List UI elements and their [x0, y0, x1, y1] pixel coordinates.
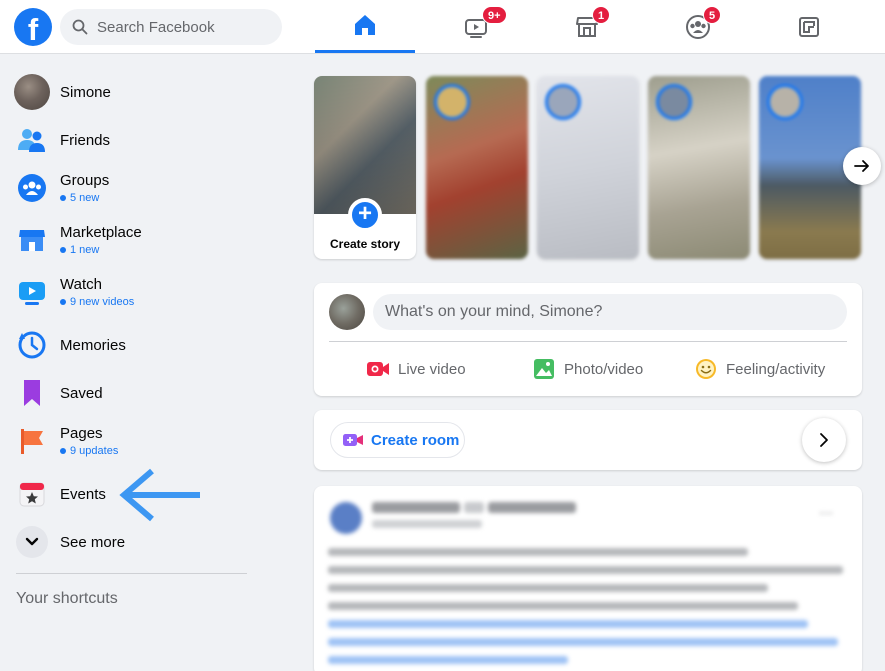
facebook-logo[interactable]: f — [14, 8, 52, 46]
arrow-right-icon — [854, 160, 869, 172]
story-card[interactable] — [426, 76, 528, 259]
sidebar-item-label: Pages — [60, 425, 103, 442]
sidebar-item-sub: 9 updates — [60, 445, 118, 457]
tab-home[interactable] — [315, 0, 415, 53]
bookmark-icon — [14, 375, 50, 411]
sidebar-item-groups[interactable]: Groups 5 new — [8, 164, 258, 212]
chevron-down-icon — [16, 526, 48, 558]
smiley-icon — [696, 359, 716, 379]
marketplace-badge: 1 — [592, 6, 611, 24]
watch-count: 9 new videos — [70, 296, 135, 308]
sidebar-item-label: Events — [60, 485, 106, 503]
arrow-annotation-icon — [119, 468, 200, 522]
sidebar-item-memories[interactable]: Memories — [8, 321, 258, 369]
photo-video-label: Photo/video — [564, 360, 644, 378]
plus-icon[interactable]: + — [348, 198, 382, 232]
live-video-icon — [367, 362, 389, 376]
tab-gaming[interactable] — [759, 0, 859, 53]
photo-video-button[interactable]: Photo/video — [532, 351, 643, 387]
create-story-label: Create story — [329, 237, 401, 251]
sidebar-item-label: Groups — [60, 172, 110, 189]
tab-groups[interactable]: 5 — [648, 0, 748, 53]
story-avatar — [545, 84, 581, 120]
sidebar-item-label: Watch — [60, 276, 102, 293]
story-avatar — [656, 84, 692, 120]
new-indicator-dot — [60, 448, 66, 454]
photo-icon — [534, 359, 554, 379]
see-more-icon-wrap — [14, 524, 50, 560]
story-avatar — [434, 84, 470, 120]
live-video-button[interactable]: Live video — [366, 351, 466, 387]
story-avatar — [767, 84, 803, 120]
feeling-activity-label: Feeling/activity — [726, 360, 826, 378]
avatar — [329, 294, 365, 330]
new-indicator-dot — [60, 195, 66, 201]
shortcuts-heading: Your shortcuts — [16, 590, 118, 607]
sidebar-item-saved[interactable]: Saved — [8, 369, 258, 417]
post-composer: What's on your mind, Simone? Live video … — [314, 283, 862, 396]
watch-badge: 9+ — [482, 6, 507, 24]
calendar-icon — [14, 476, 50, 512]
stories-next-button[interactable] — [843, 147, 881, 185]
create-story-card[interactable]: + Create story — [314, 76, 416, 259]
profile-avatar-wrap — [14, 74, 50, 110]
avatar — [330, 502, 362, 534]
rooms-next-button[interactable] — [802, 418, 846, 462]
sidebar-item-watch[interactable]: Watch 9 new videos — [8, 268, 258, 316]
chevron-right-icon — [820, 433, 828, 447]
video-camera-icon — [343, 434, 363, 446]
memories-icon — [14, 327, 50, 363]
sidebar-item-label: Friends — [60, 131, 111, 149]
marketplace-count: 1 new — [70, 244, 100, 256]
rooms-card: Create room — [314, 410, 862, 470]
gaming-icon — [799, 16, 819, 37]
groups-icon — [14, 170, 50, 206]
sidebar-item-marketplace[interactable]: Marketplace 1 new — [8, 216, 258, 264]
live-video-label: Live video — [398, 360, 466, 378]
search-input[interactable] — [97, 18, 267, 36]
create-room-label: Create room — [371, 431, 460, 449]
composer-input[interactable]: What's on your mind, Simone? — [373, 294, 847, 330]
sidebar-item-friends[interactable]: Friends — [8, 116, 258, 164]
new-indicator-dot — [60, 247, 66, 253]
avatar — [14, 74, 50, 110]
sidebar-divider — [16, 573, 247, 574]
home-icon — [355, 15, 375, 35]
search-icon — [72, 19, 88, 35]
watch-icon — [14, 274, 50, 310]
groups-badge: 5 — [703, 6, 722, 24]
sidebar-item-label: Simone — [60, 83, 111, 101]
flag-icon — [14, 423, 50, 459]
sidebar-item-pages[interactable]: Pages 9 updates — [8, 417, 258, 465]
story-card[interactable] — [648, 76, 750, 259]
story-card[interactable] — [537, 76, 639, 259]
sidebar-item-label: See more — [60, 533, 126, 551]
post-meta-placeholder — [372, 519, 482, 531]
post-author-placeholder — [372, 500, 576, 516]
post-body-placeholder — [328, 544, 848, 664]
tab-watch[interactable]: 9+ — [426, 0, 526, 53]
pages-count: 9 updates — [70, 445, 119, 457]
top-navigation-bar: f 9+ 1 — [0, 0, 885, 54]
sidebar-item-sub: 1 new — [60, 244, 142, 256]
composer-divider — [329, 341, 847, 342]
feeling-activity-button[interactable]: Feeling/activity — [694, 351, 825, 387]
sidebar-item-label: Saved — [60, 384, 103, 402]
feed-post: ··· — [314, 486, 862, 671]
search-box[interactable] — [60, 9, 282, 45]
sidebar-item-sub: 9 new videos — [60, 296, 134, 308]
create-room-button[interactable]: Create room — [330, 422, 465, 458]
tab-marketplace[interactable]: 1 — [537, 0, 637, 53]
marketplace-icon — [14, 222, 50, 258]
new-indicator-dot — [60, 299, 66, 305]
more-options-icon[interactable]: ··· — [819, 504, 833, 520]
sidebar-item-label: Marketplace — [60, 224, 142, 241]
groups-count: 5 new — [70, 192, 100, 204]
sidebar-item-see-more[interactable]: See more — [8, 518, 258, 566]
friends-icon — [14, 122, 50, 158]
sidebar-item-sub: 5 new — [60, 192, 109, 204]
sidebar-item-profile[interactable]: Simone — [8, 68, 258, 116]
story-photo — [314, 76, 416, 214]
sidebar-item-label: Memories — [60, 336, 126, 354]
